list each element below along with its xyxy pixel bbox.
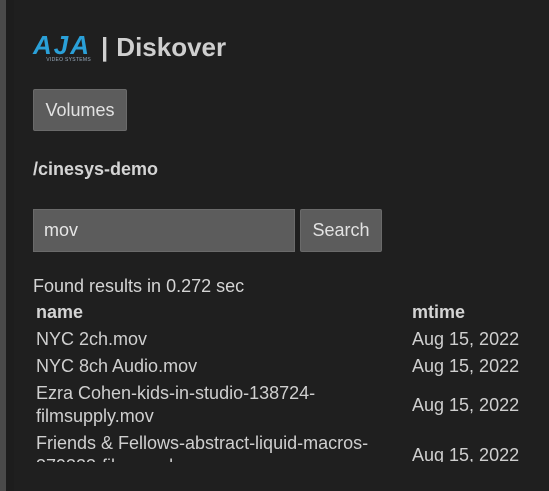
current-path: /cinesys-demo (33, 159, 159, 179)
results-clip-edge (33, 462, 543, 491)
results-table-container: name mtime NYC 2ch.mov Aug 15, 2022 NYC … (33, 298, 543, 469)
file-mtime: Aug 15, 2022 (412, 394, 520, 415)
app-header: AJA VIDEO SYSTEMS | Diskover (33, 30, 226, 64)
file-name[interactable]: Ezra Cohen-kids-in-studio-138724-filmsup… (33, 380, 409, 430)
file-name[interactable]: NYC 2ch.mov (33, 326, 409, 353)
file-mtime: Aug 15, 2022 (412, 356, 520, 376)
volumes-button[interactable]: Volumes (33, 89, 127, 131)
table-row[interactable]: NYC 2ch.mov Aug 15, 2022 (33, 326, 543, 353)
aja-logo[interactable]: AJA VIDEO SYSTEMS (33, 29, 92, 63)
file-mtime: Aug 15, 2022 (412, 329, 520, 349)
title-separator: | (101, 31, 109, 62)
file-name[interactable]: NYC 8ch Audio.mov (33, 353, 409, 380)
search-input[interactable] (33, 209, 295, 252)
results-table: name mtime NYC 2ch.mov Aug 15, 2022 NYC … (33, 298, 543, 469)
table-row[interactable]: Ezra Cohen-kids-in-studio-138724-filmsup… (33, 380, 543, 430)
search-status: Found results in 0.272 sec (33, 276, 245, 296)
aja-logo-mark: AJA (33, 29, 92, 60)
column-header-mtime[interactable]: mtime (409, 298, 543, 326)
left-rail (0, 0, 6, 491)
app-title: Diskover (116, 31, 227, 62)
column-header-name[interactable]: name (33, 298, 409, 326)
aja-logo-subtext: VIDEO SYSTEMS (46, 56, 92, 63)
table-header-row: name mtime (33, 298, 543, 326)
table-row[interactable]: NYC 8ch Audio.mov Aug 15, 2022 (33, 353, 543, 380)
search-button[interactable]: Search (300, 209, 382, 252)
